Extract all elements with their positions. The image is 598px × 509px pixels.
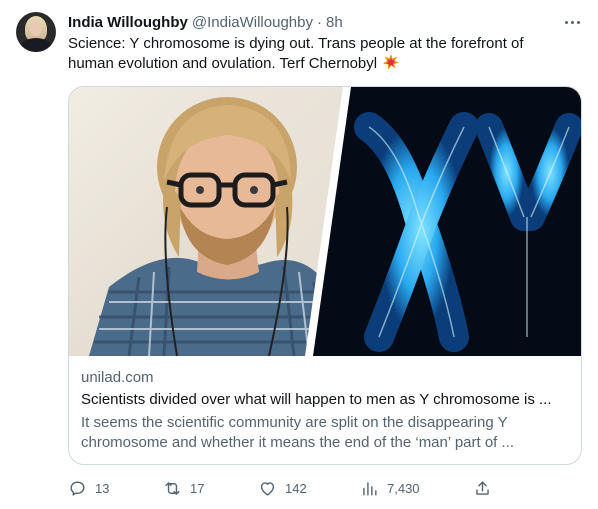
tweet-text-body: Science: Y chromosome is dying out. Tran… bbox=[68, 35, 524, 72]
user-handle[interactable]: @IndiaWilloughby bbox=[192, 14, 313, 31]
retweet-icon bbox=[163, 479, 182, 498]
card-image[interactable] bbox=[69, 87, 581, 356]
reply-count: 13 bbox=[95, 480, 110, 496]
like-count: 142 bbox=[285, 480, 307, 496]
heart-icon bbox=[258, 479, 277, 498]
tweet[interactable]: India Willoughby @IndiaWilloughby · 8h S… bbox=[0, 0, 598, 509]
card-domain[interactable]: unilad.com bbox=[81, 369, 154, 386]
timestamp[interactable]: 8h bbox=[326, 14, 343, 31]
views-button[interactable]: 7,430 bbox=[360, 476, 420, 500]
tweet-text: Science: Y chromosome is dying out. Tran… bbox=[68, 34, 568, 74]
analytics-icon bbox=[360, 479, 379, 498]
action-bar: 13 17 142 7,430 bbox=[68, 476, 498, 500]
display-name[interactable]: India Willoughby bbox=[68, 14, 188, 31]
tweet-header: India Willoughby @IndiaWilloughby · 8h bbox=[68, 12, 343, 32]
collision-icon bbox=[383, 54, 400, 70]
share-icon bbox=[473, 479, 492, 498]
link-card[interactable]: unilad.com Scientists divided over what … bbox=[68, 86, 582, 465]
retweet-button[interactable]: 17 bbox=[163, 476, 204, 500]
reply-icon bbox=[68, 479, 87, 498]
share-button[interactable] bbox=[473, 476, 492, 500]
separator-dot: · bbox=[316, 13, 322, 31]
card-description: It seems the scientific community are sp… bbox=[81, 414, 515, 451]
like-button[interactable]: 142 bbox=[258, 476, 307, 500]
card-title[interactable]: Scientists divided over what will happen… bbox=[81, 391, 571, 408]
more-options-icon[interactable] bbox=[560, 12, 584, 32]
view-count: 7,430 bbox=[387, 480, 420, 496]
avatar[interactable] bbox=[16, 12, 56, 52]
reply-button[interactable]: 13 bbox=[68, 476, 109, 500]
retweet-count: 17 bbox=[190, 480, 205, 496]
